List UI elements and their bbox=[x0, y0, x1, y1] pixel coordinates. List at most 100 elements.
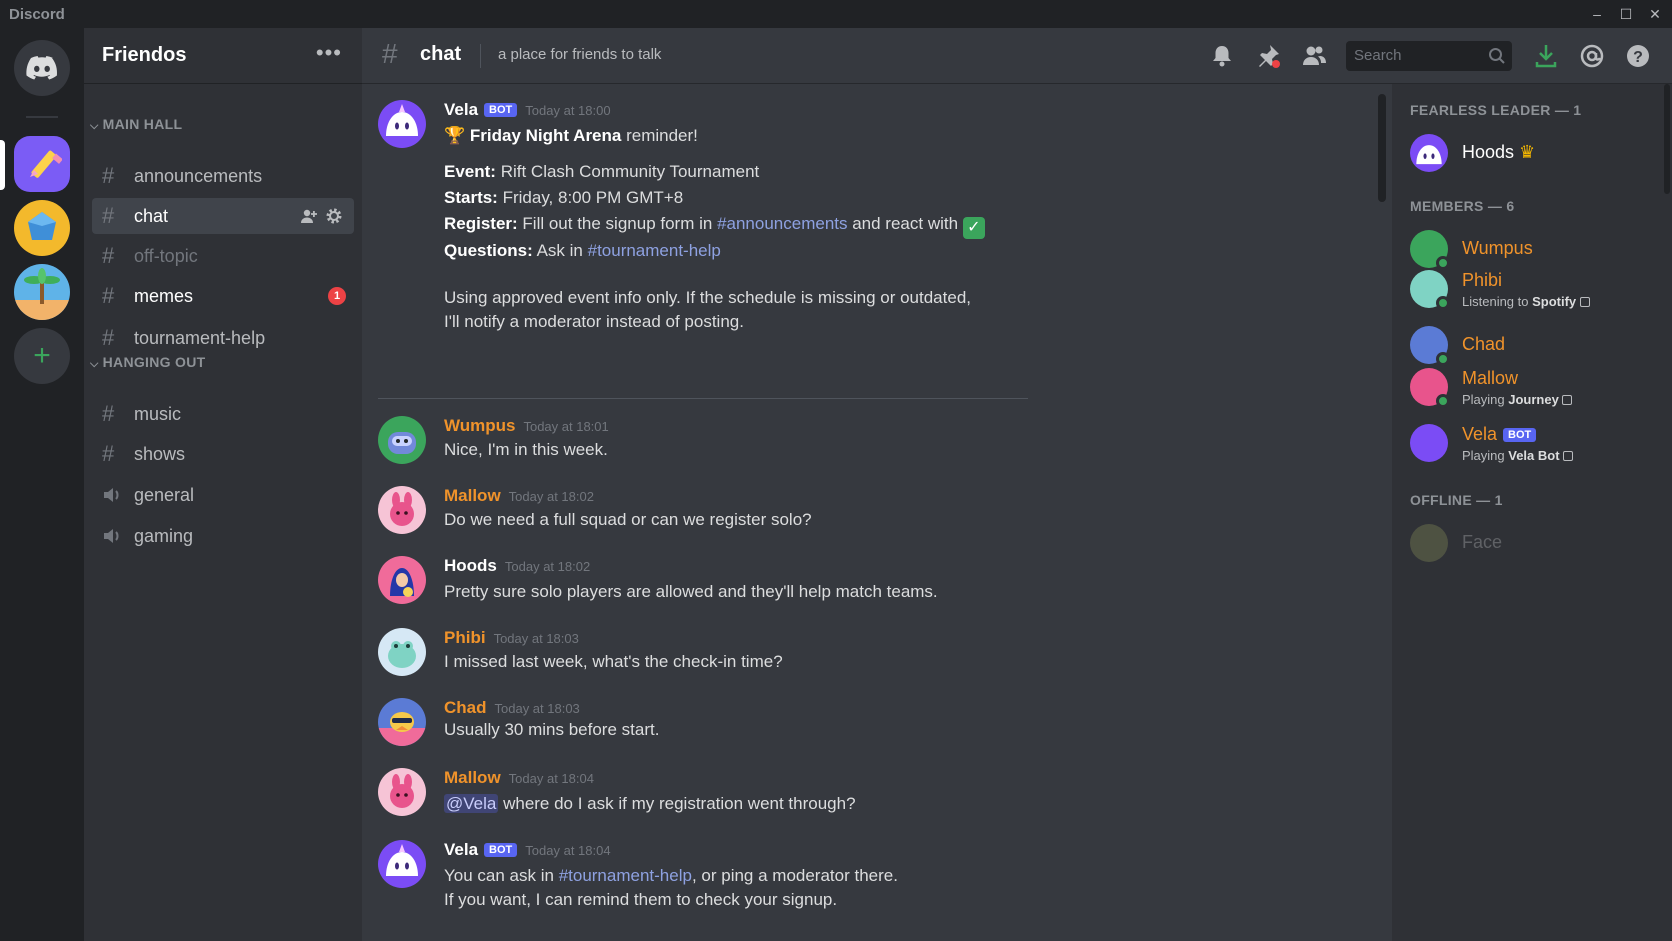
voice-channel-gaming[interactable]: gaming bbox=[92, 518, 354, 554]
member-name: Phibi bbox=[1462, 270, 1503, 290]
avatar[interactable] bbox=[378, 698, 426, 746]
member-vela[interactable]: Vela BOT Playing Vela Bot bbox=[1410, 422, 1660, 466]
avatar[interactable] bbox=[378, 486, 426, 534]
avatar[interactable] bbox=[378, 100, 426, 148]
mentions-icon[interactable] bbox=[1578, 42, 1606, 70]
category-main-hall[interactable]: ⌵ MAIN HALL bbox=[90, 116, 182, 133]
message-text-part: You can ask in bbox=[444, 866, 559, 885]
home-button[interactable] bbox=[14, 40, 70, 96]
user-mention[interactable]: @Vela bbox=[444, 794, 499, 813]
help-icon[interactable]: ? bbox=[1624, 42, 1652, 70]
channel-shows[interactable]: # shows bbox=[92, 436, 354, 472]
channel-label: music bbox=[134, 404, 182, 424]
plus-icon: + bbox=[33, 339, 51, 372]
member-hoods[interactable]: Hoods ♛ bbox=[1410, 132, 1660, 176]
channel-chat[interactable]: # chat bbox=[92, 198, 354, 234]
search-input[interactable]: Search bbox=[1346, 41, 1512, 71]
online-status-icon bbox=[1436, 296, 1450, 310]
download-icon[interactable] bbox=[1532, 42, 1560, 70]
maximize-button[interactable]: ☐ bbox=[1615, 4, 1637, 24]
more-options-icon[interactable]: ••• bbox=[316, 40, 342, 66]
title-bar: Discord – ☐ ✕ bbox=[0, 0, 1672, 28]
gear-icon[interactable] bbox=[326, 208, 342, 224]
avatar bbox=[1410, 524, 1448, 562]
member-name: Vela BOT bbox=[1462, 424, 1537, 445]
pin-icon[interactable] bbox=[1254, 42, 1282, 70]
message-text: You can ask in #tournament-help, or ping… bbox=[444, 864, 898, 888]
server-blue-gem[interactable] bbox=[14, 200, 70, 256]
channel-off-topic[interactable]: # off-topic bbox=[92, 238, 354, 274]
leader-header: FEARLESS LEADER — 1 bbox=[1410, 102, 1582, 118]
username[interactable]: Chad bbox=[444, 698, 487, 717]
category-label: HANGING OUT bbox=[102, 354, 206, 370]
register-line: Register: Fill out the signup form in #a… bbox=[444, 212, 985, 239]
member-face[interactable]: Face bbox=[1410, 522, 1660, 566]
channel-music[interactable]: # music bbox=[92, 396, 354, 432]
invite-icon[interactable] bbox=[300, 208, 318, 224]
avatar[interactable] bbox=[378, 628, 426, 676]
member-wumpus[interactable]: Wumpus bbox=[1410, 228, 1660, 272]
timestamp: Today at 18:03 bbox=[494, 701, 580, 716]
activity-prefix: Playing bbox=[1462, 392, 1509, 407]
wumpus-avatar-icon bbox=[388, 432, 416, 454]
minimize-button[interactable]: – bbox=[1586, 4, 1608, 24]
hash-icon: # bbox=[102, 325, 115, 350]
channel-link[interactable]: #announcements bbox=[717, 214, 847, 233]
rich-presence-icon bbox=[1563, 451, 1574, 461]
avatar[interactable] bbox=[378, 840, 426, 888]
username[interactable]: Vela bbox=[444, 840, 478, 859]
speaker-icon bbox=[104, 529, 119, 543]
username[interactable]: Vela bbox=[444, 100, 478, 119]
timestamp: Today at 18:02 bbox=[504, 559, 591, 574]
member-activity: Playing Journey bbox=[1462, 392, 1573, 407]
member-chad[interactable]: Chad bbox=[1410, 324, 1660, 368]
crown-icon: ♛ bbox=[1519, 142, 1536, 162]
bot-tag: BOT bbox=[484, 103, 518, 117]
voice-channel-general[interactable]: general bbox=[92, 477, 354, 513]
bell-icon[interactable] bbox=[1208, 42, 1236, 70]
member-mallow[interactable]: Mallow Playing Journey bbox=[1410, 366, 1660, 410]
field-label: Event: bbox=[444, 162, 496, 181]
server-friendos[interactable] bbox=[14, 136, 70, 192]
username[interactable]: Mallow bbox=[444, 486, 501, 505]
username[interactable]: Hoods bbox=[444, 556, 497, 575]
online-status-icon bbox=[1436, 352, 1450, 366]
avatar[interactable] bbox=[378, 768, 426, 816]
hash-icon: # bbox=[382, 38, 398, 69]
server-island[interactable] bbox=[14, 264, 70, 320]
avatar[interactable] bbox=[378, 416, 426, 464]
member-name: Chad bbox=[1462, 334, 1506, 354]
mallow-avatar-icon bbox=[390, 774, 414, 808]
starts-line: Starts: Friday, 8:00 PM GMT+8 bbox=[444, 186, 683, 210]
server-name: Friendos bbox=[102, 44, 187, 66]
server-header[interactable]: Friendos ••• bbox=[84, 28, 362, 84]
channel-announcements[interactable]: # announcements bbox=[92, 158, 354, 194]
member-list: FEARLESS LEADER — 1 Hoods ♛ MEMBERS — 6 … bbox=[1392, 84, 1672, 941]
timestamp: Today at 18:04 bbox=[525, 843, 611, 858]
chat-scrollbar[interactable] bbox=[1378, 94, 1386, 202]
message-text: Usually 30 mins before start. bbox=[444, 720, 660, 739]
avatar bbox=[1410, 134, 1448, 172]
event-line: Event: Rift Clash Community Tournament bbox=[444, 160, 759, 184]
username[interactable]: Mallow bbox=[444, 768, 501, 787]
username[interactable]: Phibi bbox=[444, 628, 486, 647]
rich-presence-icon bbox=[1562, 395, 1573, 405]
add-server-button[interactable]: + bbox=[14, 328, 70, 384]
members-icon[interactable] bbox=[1300, 42, 1328, 70]
member-phibi[interactable]: Phibi Listening to Spotify bbox=[1410, 268, 1660, 312]
channel-label: tournament-help bbox=[134, 328, 266, 348]
channel-link[interactable]: #tournament-help bbox=[559, 866, 692, 885]
hash-icon: # bbox=[102, 203, 115, 228]
svg-text:?: ? bbox=[1633, 49, 1643, 66]
category-hanging-out[interactable]: ⌵ HANGING OUT bbox=[90, 354, 206, 371]
avatar[interactable] bbox=[378, 556, 426, 604]
channel-memes[interactable]: # memes 1 bbox=[92, 278, 354, 314]
note-line: Using approved event info only. If the s… bbox=[444, 288, 971, 307]
channel-tournament-help[interactable]: # tournament-help bbox=[92, 320, 354, 356]
channel-link[interactable]: #tournament-help bbox=[588, 241, 721, 260]
member-list-scrollbar[interactable] bbox=[1664, 84, 1670, 194]
username[interactable]: Wumpus bbox=[444, 416, 515, 435]
selected-server-indicator bbox=[0, 140, 5, 190]
close-button[interactable]: ✕ bbox=[1644, 4, 1666, 24]
mallow-avatar-icon bbox=[390, 492, 414, 526]
